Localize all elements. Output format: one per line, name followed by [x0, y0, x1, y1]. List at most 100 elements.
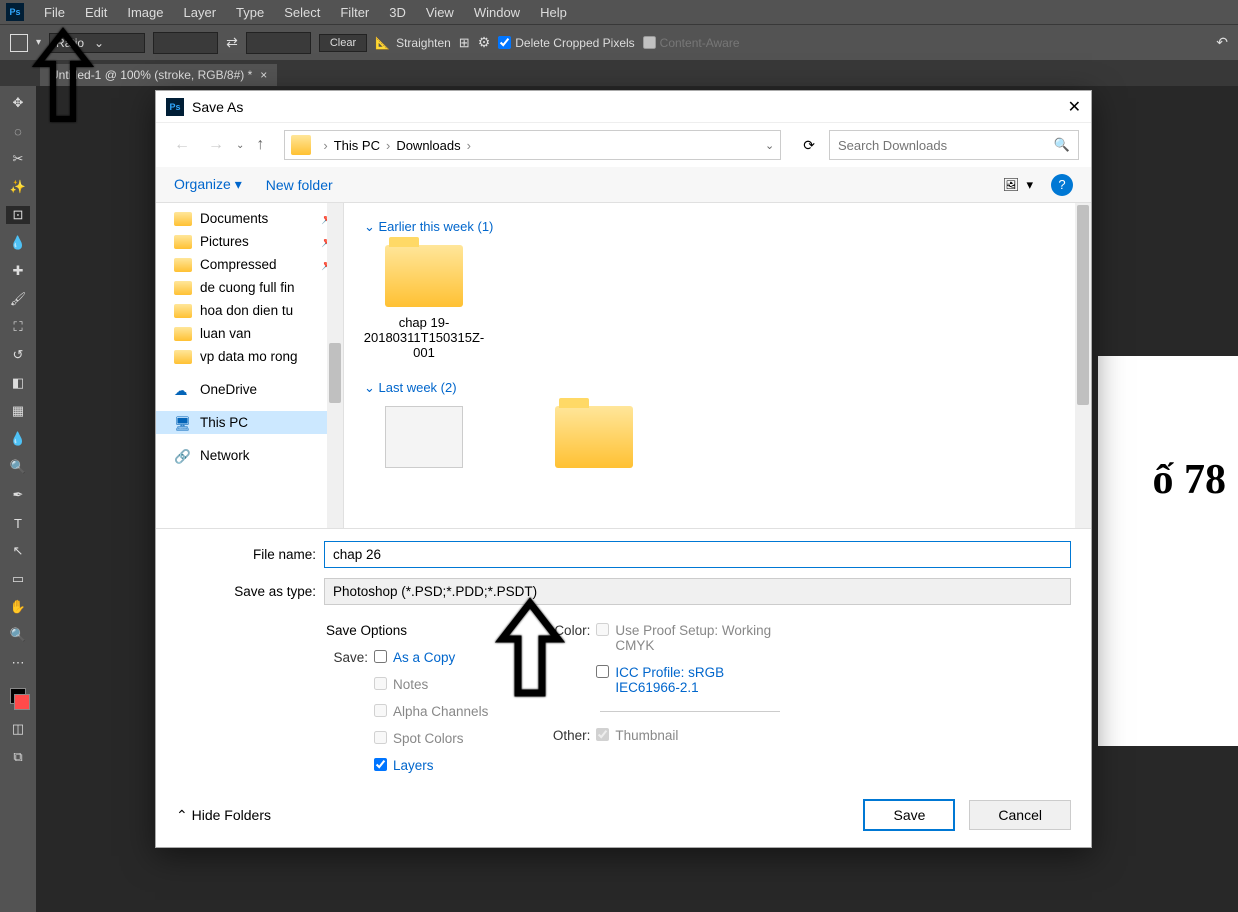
straighten-button[interactable]: 📐 Straighten [375, 36, 451, 50]
zoom-tool[interactable]: 🔍 [6, 626, 30, 644]
delete-cropped-checkbox[interactable]: Delete Cropped Pixels [498, 36, 634, 50]
filename-input[interactable] [324, 541, 1071, 568]
dodge-tool[interactable]: 🔍 [6, 458, 30, 476]
other-label: Other: [548, 728, 590, 743]
document-tab[interactable]: Untitled-1 @ 100% (stroke, RGB/8#) * × [40, 64, 277, 86]
nav-back-icon[interactable]: ← [168, 136, 196, 154]
swap-icon[interactable]: ⇄ [226, 34, 238, 51]
sidebar-item-onedrive[interactable]: ☁OneDrive [156, 378, 343, 401]
pen-tool[interactable]: ✒ [6, 486, 30, 504]
gradient-tool[interactable]: ▦ [6, 402, 30, 420]
proof-checkbox [596, 623, 609, 636]
sidebar-item-this-pc[interactable]: 🖥This PC [156, 411, 343, 434]
document-canvas[interactable]: ố 78 [1098, 356, 1238, 746]
sidebar-item[interactable]: luan van [156, 322, 343, 345]
menu-image[interactable]: Image [117, 2, 173, 23]
alpha-checkbox [374, 704, 387, 717]
folder-item[interactable]: chap 19-20180311T150315Z-001 [364, 245, 484, 360]
patch-tool[interactable]: ✚ [6, 262, 30, 280]
sidebar-item[interactable]: de cuong full fin [156, 276, 343, 299]
menu-file[interactable]: File [34, 2, 75, 23]
menu-type[interactable]: Type [226, 2, 274, 23]
crop-height-field[interactable] [246, 32, 311, 54]
view-mode-dropdown[interactable]: 🖼 ▾ [1003, 177, 1033, 193]
icc-checkbox[interactable] [596, 665, 609, 678]
straighten-icon: 📐 [375, 36, 390, 50]
sidebar-item-compressed[interactable]: Compressed📌 [156, 253, 343, 276]
menu-window[interactable]: Window [464, 2, 530, 23]
menu-view[interactable]: View [416, 2, 464, 23]
sidebar-item[interactable]: vp data mo rong [156, 345, 343, 368]
more-tool[interactable]: ⋯ [6, 654, 30, 672]
close-tab-icon[interactable]: × [260, 68, 267, 82]
crop-tool-icon[interactable] [10, 34, 28, 52]
group-header[interactable]: ⌄ Earlier this week (1) [364, 219, 1071, 235]
content-scrollbar[interactable] [1075, 203, 1091, 528]
magic-wand-tool[interactable]: ✨ [6, 178, 30, 196]
shape-tool[interactable]: ▭ [6, 570, 30, 588]
gear-icon[interactable]: ⚙ [478, 34, 491, 51]
move-tool[interactable]: ✥ [6, 94, 30, 112]
eraser-tool[interactable]: ◧ [6, 374, 30, 392]
thumbnail-icon [385, 406, 463, 468]
menu-edit[interactable]: Edit [75, 2, 117, 23]
file-list[interactable]: ⌄ Earlier this week (1) chap 19-20180311… [344, 203, 1091, 528]
quickmask-tool[interactable]: ◫ [6, 720, 30, 738]
folder-icon [555, 406, 633, 468]
menu-select[interactable]: Select [274, 2, 330, 23]
filetype-dropdown[interactable]: Photoshop (*.PSD;*.PDD;*.PSDT) [324, 578, 1071, 605]
help-icon[interactable]: ? [1051, 174, 1073, 196]
sidebar-scrollbar[interactable] [327, 203, 343, 528]
menu-3d[interactable]: 3D [379, 2, 416, 23]
ratio-dropdown[interactable]: Ratio ⌄ [49, 33, 145, 53]
breadcrumb[interactable]: › This PC › Downloads › ⌄ [284, 130, 781, 160]
search-input[interactable] [838, 138, 1038, 153]
color-swatches[interactable] [6, 688, 30, 710]
type-tool[interactable]: T [6, 514, 30, 532]
cancel-button[interactable]: Cancel [969, 800, 1071, 830]
menu-layer[interactable]: Layer [174, 2, 227, 23]
clear-button[interactable]: Clear [319, 34, 367, 52]
nav-up-icon[interactable]: ↑ [250, 136, 270, 154]
nav-forward-icon[interactable]: → [202, 136, 230, 154]
save-button[interactable]: Save [863, 799, 955, 831]
sidebar-item[interactable]: hoa don dien tu [156, 299, 343, 322]
screenmode-tool[interactable]: ⧉ [6, 748, 30, 766]
history-brush-tool[interactable]: ↺ [6, 346, 30, 364]
as-copy-checkbox[interactable] [374, 650, 387, 663]
search-box[interactable]: 🔍 [829, 130, 1079, 160]
menu-help[interactable]: Help [530, 2, 577, 23]
notes-checkbox [374, 677, 387, 690]
organize-dropdown[interactable]: Organize ▾ [174, 176, 242, 193]
hand-tool[interactable]: ✋ [6, 598, 30, 616]
crop-tool[interactable]: ⊡ [6, 206, 30, 224]
color-label: Color: [548, 623, 590, 638]
sidebar-item-network[interactable]: 🔗Network [156, 444, 343, 467]
folder-item[interactable] [364, 406, 484, 476]
menu-filter[interactable]: Filter [330, 2, 379, 23]
dialog-nav: ← → ⌄ ↑ › This PC › Downloads › ⌄ ⟳ 🔍 [156, 123, 1091, 167]
path-select-tool[interactable]: ↖ [6, 542, 30, 560]
marquee-tool[interactable]: ◌ [6, 122, 30, 140]
eyedropper-tool[interactable]: 💧 [6, 234, 30, 252]
background-swatch[interactable] [14, 694, 30, 710]
hide-folders-toggle[interactable]: ⌃ Hide Folders [176, 807, 271, 824]
dialog-close-button[interactable]: ✕ [1068, 97, 1081, 117]
brush-tool[interactable]: 🖌 [6, 290, 30, 308]
grid-icon[interactable]: ⊞ [459, 35, 470, 51]
reset-icon[interactable]: ↶ [1216, 34, 1228, 51]
menu-bar: Ps File Edit Image Layer Type Select Fil… [0, 0, 1238, 24]
folder-tree[interactable]: Documents📌 Pictures📌 Compressed📌 de cuon… [156, 203, 344, 528]
new-folder-button[interactable]: New folder [266, 177, 333, 193]
sidebar-item-documents[interactable]: Documents📌 [156, 207, 343, 230]
group-header[interactable]: ⌄ Last week (2) [364, 380, 1071, 396]
stamp-tool[interactable]: ⛶ [6, 318, 30, 336]
blur-tool[interactable]: 💧 [6, 430, 30, 448]
layers-checkbox[interactable] [374, 758, 387, 771]
sidebar-item-pictures[interactable]: Pictures📌 [156, 230, 343, 253]
refresh-icon[interactable]: ⟳ [795, 137, 823, 154]
folder-icon [291, 135, 311, 155]
lasso-tool[interactable]: ✂ [6, 150, 30, 168]
folder-item[interactable] [534, 406, 654, 476]
crop-width-field[interactable] [153, 32, 218, 54]
